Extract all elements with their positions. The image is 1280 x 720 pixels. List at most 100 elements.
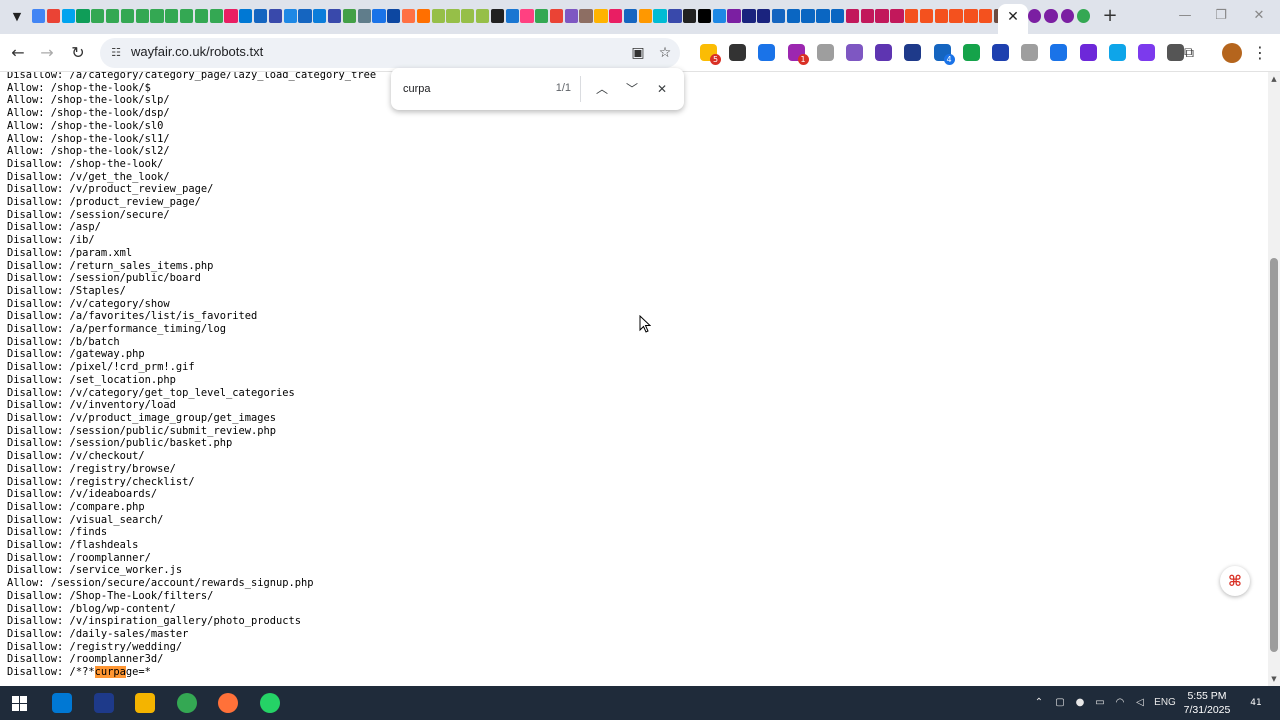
extension-icon[interactable]: 4 [933,44,955,65]
browser-menu-button[interactable]: ⋮ [1252,42,1268,64]
tab-favicon-icon[interactable] [135,9,149,23]
tab-favicon-icon[interactable] [712,9,726,23]
extension-icon[interactable] [904,44,922,61]
tab-favicon-icon[interactable] [283,9,297,23]
tab-favicon-icon[interactable] [401,9,416,23]
tab-favicon-icon[interactable] [357,9,371,23]
whatsapp-icon[interactable] [259,693,280,713]
tab-favicon-icon[interactable] [76,9,90,23]
tab-favicon-icon[interactable] [609,9,623,23]
windows-start-icon[interactable] [12,696,27,711]
tab-favicon-icon[interactable] [342,9,357,23]
bookmark-star-icon[interactable]: ☆ [655,43,675,63]
tab-favicon-icon[interactable] [461,9,475,23]
tab-favicon-icon[interactable] [475,9,490,23]
tab-favicon-icon[interactable] [653,9,667,23]
extension-icon[interactable] [729,44,747,61]
extension-icon[interactable]: 5 [700,44,721,65]
tab-favicon-icon[interactable] [786,9,800,23]
extension-icon[interactable] [758,44,776,61]
tray-app-icon[interactable]: ▢ [1053,696,1067,710]
tab-favicon-icon[interactable] [239,9,253,23]
tab-favicon-icon[interactable] [979,9,993,23]
tab-favicon-icon[interactable] [194,9,209,23]
microphone-icon[interactable]: ● [1073,696,1087,710]
close-window-button[interactable]: ✕ [1244,6,1274,26]
forward-button[interactable]: → [36,42,58,64]
tab-search-button[interactable]: ▼ [6,7,28,27]
tab-favicon-icon[interactable] [91,9,105,23]
tab-favicon-icon[interactable] [327,9,342,23]
pdf-acrobat-icon[interactable]: ⌘ [1220,566,1250,596]
tab-favicon-icon[interactable] [934,9,948,23]
tab-favicon-icon[interactable] [638,9,652,23]
back-button[interactable]: ← [7,42,29,64]
tab-favicon-icon[interactable] [1044,9,1058,23]
tab-favicon-icon[interactable] [1028,9,1042,23]
tab-favicon-icon[interactable] [416,9,431,23]
scroll-up-arrow-icon[interactable]: ▲ [1268,72,1280,86]
extension-icon[interactable] [1050,44,1068,61]
extension-icon[interactable] [1108,44,1126,61]
tab-favicon-icon[interactable] [1076,9,1091,23]
page-scrollbar[interactable]: ▲ ▼ [1268,72,1280,686]
tab-favicon-icon[interactable] [890,9,904,23]
firefox-icon[interactable] [218,693,238,713]
tab-favicon-icon[interactable] [831,9,845,23]
tab-favicon-icon[interactable] [949,9,963,23]
battery-icon[interactable]: ▭ [1093,696,1107,710]
extension-icon[interactable] [1138,44,1155,61]
tab-favicon-icon[interactable] [816,9,830,23]
tab-favicon-icon[interactable] [727,9,741,23]
taskbar-app-icon[interactable] [93,693,114,713]
extension-icon[interactable] [846,44,863,61]
tab-favicon-icon[interactable] [372,9,386,23]
taskbar-app-icon[interactable] [52,693,72,713]
chrome-icon[interactable] [176,693,197,713]
wifi-icon[interactable]: ◠ [1113,696,1127,710]
scrollbar-thumb[interactable] [1270,258,1278,652]
tab-favicon-icon[interactable] [105,9,120,23]
maximize-button[interactable]: ❐ [1206,6,1236,26]
new-tab-button[interactable]: + [1100,6,1120,26]
tab-favicon-icon[interactable] [209,9,223,23]
tab-favicon-icon[interactable] [919,9,934,23]
tab-favicon-icon[interactable] [32,9,46,23]
tab-favicon-icon[interactable] [490,9,504,23]
tab-favicon-icon[interactable] [668,9,682,23]
tab-favicon-icon[interactable] [179,9,194,23]
scroll-down-arrow-icon[interactable]: ▼ [1268,672,1280,686]
tab-favicon-icon[interactable] [697,9,712,23]
reload-button[interactable]: ↻ [67,42,89,64]
tab-favicon-icon[interactable] [298,9,312,23]
tab-favicon-icon[interactable] [964,9,978,23]
tab-favicon-icon[interactable] [771,9,786,23]
tab-favicon-icon[interactable] [757,9,771,23]
extension-icon[interactable] [875,44,893,61]
tab-favicon-icon[interactable] [683,9,697,23]
tab-favicon-icon[interactable] [224,9,238,23]
tab-favicon-icon[interactable] [845,9,860,23]
volume-icon[interactable]: ◁ [1133,696,1147,710]
tab-favicon-icon[interactable] [535,9,549,23]
tab-favicon-icon[interactable] [268,9,283,23]
taskbar-clock[interactable]: 5:55 PM 7/31/2025 [1180,689,1234,717]
tab-favicon-icon[interactable] [564,9,578,23]
extension-icon[interactable] [992,44,1009,61]
language-indicator[interactable]: ENG [1152,696,1178,710]
tab-favicon-icon[interactable] [46,9,61,23]
notifications-badge[interactable]: 41 [1244,695,1268,711]
find-previous-button[interactable]: ︿ [592,79,612,99]
tab-favicon-icon[interactable] [801,9,815,23]
tab-favicon-icon[interactable] [742,9,756,23]
tab-favicon-icon[interactable] [905,9,919,23]
tab-favicon-icon[interactable] [549,9,564,23]
minimize-button[interactable]: — [1170,6,1200,26]
tab-favicon-icon[interactable] [623,9,638,23]
find-next-button[interactable]: ﹀ [622,79,642,99]
profile-avatar[interactable] [1222,43,1242,63]
find-in-page-icon[interactable]: ▣ [628,43,648,63]
tab-favicon-icon[interactable] [446,9,460,23]
extensions-puzzle-icon[interactable]: ⧉ [1179,43,1199,63]
extension-icon[interactable]: 1 [787,44,809,65]
